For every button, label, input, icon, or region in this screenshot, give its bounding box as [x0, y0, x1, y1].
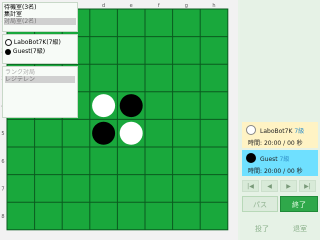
next-move-button[interactable]: ▶: [280, 180, 297, 192]
end-button[interactable]: 終了: [280, 196, 318, 212]
player-white-label: LaboBot7K(7級): [13, 39, 61, 46]
black-player-time-line: 時間: 20:00 / 00 秒: [248, 166, 303, 175]
row-label: 5: [1, 131, 4, 137]
room-item-waiting[interactable]: 待機室(3名): [4, 4, 76, 11]
pass-button[interactable]: パス: [242, 196, 278, 212]
player-item-white[interactable]: LaboBot7K(7級): [5, 39, 75, 46]
white-player-name: LaboBot7K: [260, 128, 293, 135]
black-time-label: 時間:: [248, 168, 263, 175]
prev-move-button[interactable]: ◀: [261, 180, 278, 192]
white-player-name-line: LaboBot7K 7級: [260, 126, 304, 135]
black-disc-icon: [246, 153, 256, 163]
white-disc-icon: [246, 125, 256, 135]
black-player-name-line: Guest 7級: [260, 154, 289, 163]
player-black-label: Guest(7級): [12, 48, 46, 55]
first-move-button[interactable]: |◀: [242, 180, 259, 192]
column-label: g: [185, 3, 188, 9]
column-label: e: [130, 3, 133, 9]
black-disc-icon: [5, 48, 11, 55]
white-disc-icon: [5, 39, 12, 46]
black-player-card: Guest 7級 時間: 20:00 / 00 秒: [242, 150, 318, 176]
white-time-value: 20:00 / 00 秒: [263, 140, 303, 147]
black-player-rank: 7級: [279, 156, 290, 163]
row-label: 8: [1, 214, 4, 220]
last-move-button[interactable]: ▶|: [299, 180, 316, 192]
white-time-label: 時間:: [248, 140, 263, 147]
white-stone: [119, 121, 143, 145]
rank-game-label: ランク対局: [5, 69, 36, 76]
rank-panel[interactable]: ランク対局 レジテレン: [2, 66, 78, 118]
black-time-value: 20:00 / 00 秒: [263, 168, 303, 175]
resign-button[interactable]: 投了: [244, 223, 280, 235]
row-label: 7: [1, 186, 4, 192]
black-player-name: Guest: [260, 156, 278, 163]
player-list[interactable]: LaboBot7K(7級) Guest(7級): [2, 34, 78, 64]
column-label: h: [212, 3, 215, 9]
white-player-rank: 7級: [294, 128, 305, 135]
room-item-summary[interactable]: 集計室: [4, 11, 76, 18]
white-player-card: LaboBot7K 7級 時間: 20:00 / 00 秒: [242, 122, 318, 148]
black-stone: [119, 94, 143, 118]
white-player-time-line: 時間: 20:00 / 00 秒: [248, 138, 303, 147]
column-label: d: [102, 3, 105, 9]
room-item-game[interactable]: 対局室(2名): [4, 18, 76, 25]
black-stone: [92, 121, 116, 145]
row-label: 6: [1, 159, 4, 165]
leave-room-button[interactable]: 退室: [282, 223, 318, 235]
rank-selected-item[interactable]: レジテレン: [5, 76, 75, 83]
column-label: f: [158, 3, 160, 9]
room-list[interactable]: 待機室(3名) 集計室 対局室(2名): [2, 2, 78, 32]
white-stone: [92, 94, 116, 118]
player-item-black[interactable]: Guest(7級): [5, 48, 75, 55]
